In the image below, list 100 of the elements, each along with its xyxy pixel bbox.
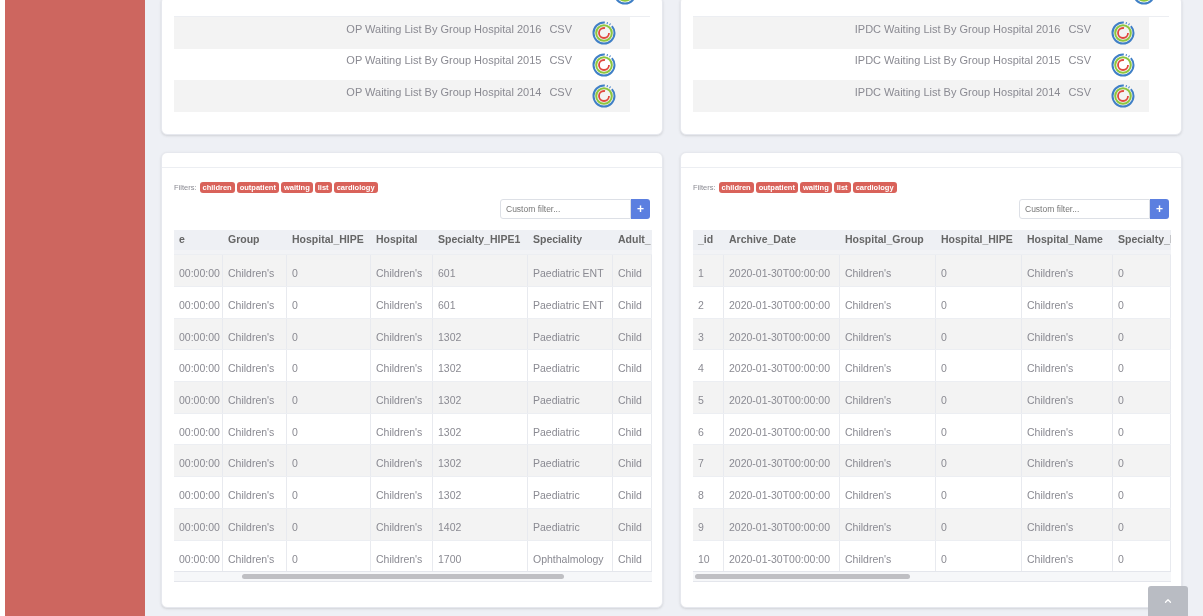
dataset-row[interactable]: IPDC Waiting List By Group Hospital 2016 CSV — [693, 17, 1149, 49]
table-cell: Children's — [1027, 457, 1074, 470]
dataset-row[interactable]: OP Waiting List By Group Hospital 2014 CSV — [174, 80, 630, 113]
table-cell: Child — [618, 267, 642, 280]
table-cell: 1302 — [438, 362, 462, 375]
table-cell: Children's — [228, 552, 275, 565]
column-header[interactable]: Specialty_HIPE1 — [438, 232, 521, 249]
table-cell: 0 — [1118, 520, 1124, 533]
table-cell: 1700 — [438, 552, 462, 565]
column-header[interactable]: Adult_ — [618, 232, 651, 249]
table-cell: Children's — [1027, 267, 1074, 280]
table-cell: Children's — [376, 457, 423, 470]
table-cell: 2020-01-30T00:00:00 — [729, 299, 830, 311]
table-cell: Children's — [1027, 394, 1074, 407]
table-cell: Children's — [845, 267, 892, 280]
table-cell: 4 — [698, 362, 704, 375]
table-cell: 601 — [438, 299, 456, 311]
table-cell: 6 — [698, 425, 704, 438]
dataset-row[interactable]: OP Waiting List By Group Hospital 2016 CSV — [174, 17, 630, 49]
column-header[interactable]: Hospital_HIPE — [941, 232, 1013, 249]
table-cell: Children's — [228, 394, 275, 407]
table-cell: Child — [618, 520, 642, 533]
table-cell: 0 — [1118, 362, 1124, 375]
table-cell: Child — [618, 394, 642, 407]
table-cell: 0 — [941, 520, 947, 533]
dataset-title[interactable]: OP Waiting List By Group Hospital 2015 — [346, 52, 542, 69]
table-cell: Children's — [845, 299, 892, 311]
custom-filter-field[interactable]: Custom filter... — [500, 199, 631, 220]
table-cell: 00:00:00 — [179, 489, 220, 502]
table-cell: 0 — [1118, 330, 1124, 343]
column-header[interactable]: Hospital_Name — [1027, 232, 1103, 249]
dataset-title[interactable]: IPDC Waiting List By Group Hospital 2016 — [854, 20, 1061, 38]
add-filter-button[interactable]: + — [631, 199, 650, 220]
custom-filter-field[interactable]: Custom filter... — [1019, 199, 1150, 220]
table-cell: 2020-01-30T00:00:00 — [729, 394, 830, 407]
add-filter-button[interactable]: + — [1150, 199, 1169, 220]
table-cell: 5 — [698, 394, 704, 407]
table-cell: 2 — [698, 299, 704, 311]
table-cell: Children's — [228, 520, 275, 533]
table-cell: Children's — [845, 457, 892, 470]
dataset-title[interactable]: OP Waiting List By Group Hospital 2014 — [346, 83, 542, 101]
table-cell: Child — [618, 299, 642, 311]
table-cell: Children's — [1027, 330, 1074, 343]
dataset-title[interactable]: IPDC Waiting List By Group Hospital 2014 — [854, 83, 1061, 101]
ring-logo-icon — [1111, 52, 1135, 77]
column-header[interactable]: Archive_Date — [729, 232, 797, 249]
table-cell: Children's — [376, 330, 423, 343]
scrollbar-thumb[interactable] — [695, 574, 910, 580]
table-cell: 00:00:00 — [179, 394, 220, 407]
horizontal-scrollbar[interactable] — [693, 571, 1171, 582]
column-header[interactable]: e — [179, 232, 185, 249]
dataset-format: CSV — [1068, 53, 1091, 69]
table-cell: Children's — [1027, 552, 1074, 565]
horizontal-scrollbar[interactable] — [174, 571, 652, 582]
table-cell: 0 — [941, 489, 947, 502]
table-cell: 9 — [698, 520, 704, 533]
table-cell: Children's — [845, 330, 892, 343]
table-cell: 2020-01-30T00:00:00 — [729, 552, 830, 565]
column-header[interactable]: Hospital_HIPE — [292, 232, 364, 249]
table-cell: Paediatric — [533, 457, 580, 470]
table-cell: Children's — [228, 330, 275, 343]
table-cell: 601 — [438, 267, 456, 280]
table-cell: 0 — [941, 330, 947, 343]
ring-logo-icon — [592, 52, 616, 77]
scroll-to-top-button[interactable] — [1148, 586, 1188, 616]
dataset-format: CSV — [549, 21, 572, 37]
table-cell: 00:00:00 — [179, 457, 220, 470]
table-cell: Paediatric ENT — [533, 267, 604, 280]
dataset-title[interactable]: IPDC Waiting List By Group Hospital 2015 — [854, 52, 1061, 69]
table-cell: 2020-01-30T00:00:00 — [729, 489, 830, 502]
table-cell: 2020-01-30T00:00:00 — [729, 267, 830, 280]
column-header[interactable]: Hospital — [376, 232, 418, 249]
table-cell: Children's — [228, 489, 275, 502]
column-header[interactable]: Speciality — [533, 232, 583, 249]
table-cell: 0 — [292, 489, 298, 502]
table-cell: 2020-01-30T00:00:00 — [729, 362, 830, 375]
column-header[interactable]: Hospital_Group — [845, 232, 924, 249]
scrollbar-thumb[interactable] — [242, 574, 564, 580]
table-cell: Children's — [376, 489, 423, 502]
table-cell: 2020-01-30T00:00:00 — [729, 330, 830, 343]
column-header[interactable]: Group — [228, 232, 260, 249]
column-header[interactable]: _id — [698, 232, 714, 249]
table-cell: 0 — [1118, 552, 1124, 565]
table-cell: 0 — [1118, 425, 1124, 438]
table-cell: 8 — [698, 489, 704, 502]
table-cell: Paediatric — [533, 489, 580, 502]
table-cell: 3 — [698, 330, 704, 343]
table-cell: 0 — [1118, 457, 1124, 470]
table-cell: Child — [618, 362, 642, 375]
table-cell: 10 — [698, 552, 710, 565]
table-cell: 0 — [292, 457, 298, 470]
dataset-row[interactable]: IPDC Waiting List By Group Hospital 2014 CSV — [693, 80, 1149, 113]
table-cell: 00:00:00 — [179, 520, 220, 533]
table-cell: 1302 — [438, 457, 462, 470]
table-cell: Children's — [1027, 299, 1074, 311]
table-cell: Children's — [1027, 362, 1074, 375]
dataset-title[interactable]: OP Waiting List By Group Hospital 2016 — [346, 20, 542, 38]
dataset-format: CSV — [549, 84, 572, 100]
table-cell: 1302 — [438, 330, 462, 343]
ring-logo-icon — [592, 84, 616, 109]
